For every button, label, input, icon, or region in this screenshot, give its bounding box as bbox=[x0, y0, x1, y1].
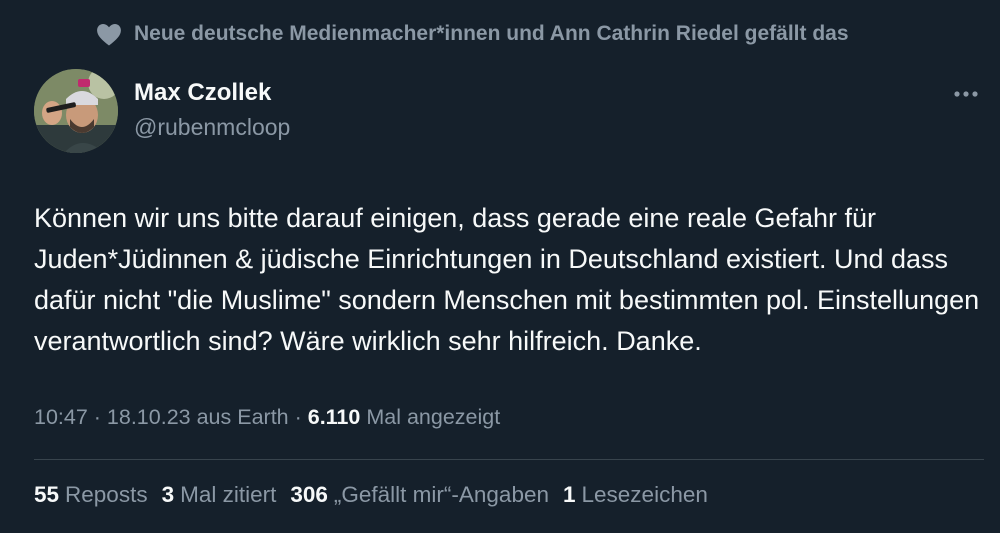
quotes-count: 3 bbox=[161, 482, 175, 507]
tweet-meta: 10:47 · 18.10.23 aus Earth · 6.110 Mal a… bbox=[34, 405, 500, 430]
social-context-text[interactable]: Neue deutsche Medienmacher*innen und Ann… bbox=[134, 22, 849, 46]
views-label: Mal angezeigt bbox=[360, 405, 501, 429]
display-name[interactable]: Max Czollek bbox=[134, 78, 290, 108]
likes-stat[interactable]: 306 „Gefällt mir“-Angaben bbox=[290, 482, 549, 508]
more-icon bbox=[954, 91, 978, 97]
likes-label: „Gefällt mir“-Angaben bbox=[333, 482, 549, 507]
views-count: 6.110 bbox=[307, 405, 361, 429]
tweet-source: aus Earth bbox=[190, 405, 289, 429]
user-info: Max Czollek @rubenmcloop bbox=[134, 78, 290, 142]
tweet-time[interactable]: 10:47 bbox=[34, 405, 88, 429]
bookmarks-label: Lesezeichen bbox=[581, 482, 708, 507]
bookmarks-stat[interactable]: 1 Lesezeichen bbox=[563, 482, 708, 508]
heart-icon bbox=[96, 22, 122, 46]
tweet-card: Neue deutsche Medienmacher*innen und Ann… bbox=[0, 0, 1000, 533]
quotes-stat[interactable]: 3 Mal zitiert bbox=[162, 482, 277, 508]
more-options-button[interactable] bbox=[948, 82, 984, 106]
likes-count: 306 bbox=[290, 482, 328, 507]
tweet-date[interactable]: 18.10.23 bbox=[107, 405, 191, 429]
quotes-label: Mal zitiert bbox=[180, 482, 277, 507]
reposts-label: Reposts bbox=[65, 482, 148, 507]
reposts-stat[interactable]: 55 Reposts bbox=[34, 482, 148, 508]
user-handle[interactable]: @rubenmcloop bbox=[134, 112, 290, 142]
tweet-text: Können wir uns bitte darauf einigen, das… bbox=[34, 203, 980, 356]
meta-separator: · bbox=[87, 405, 107, 429]
avatar[interactable] bbox=[34, 69, 118, 153]
meta-separator: · bbox=[288, 405, 308, 429]
reposts-count: 55 bbox=[34, 482, 60, 507]
engagement-stats: 55 Reposts 3 Mal zitiert 306 „Gefällt mir“-… bbox=[34, 482, 708, 508]
divider bbox=[34, 459, 984, 460]
social-context: Neue deutsche Medienmacher*innen und Ann… bbox=[96, 22, 849, 46]
bookmarks-count: 1 bbox=[563, 482, 576, 507]
